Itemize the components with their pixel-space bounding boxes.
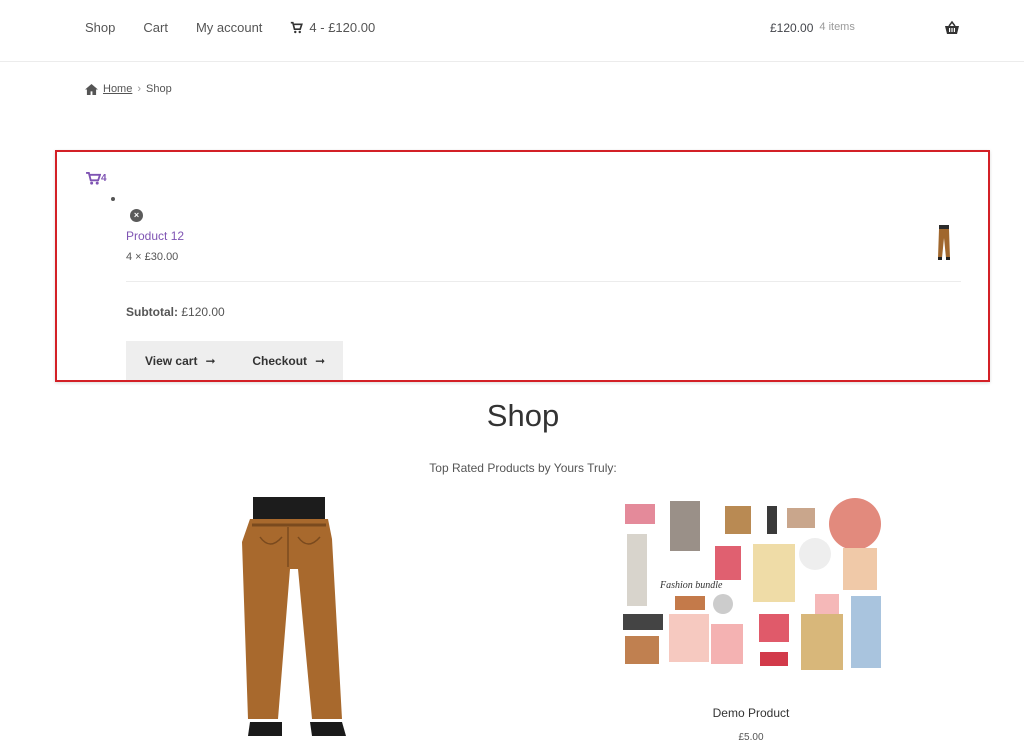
nav-shop[interactable]: Shop <box>85 20 115 35</box>
checkout-label: Checkout <box>252 353 308 368</box>
section-subtitle: Top Rated Products by Yours Truly: <box>429 461 617 475</box>
cart-subtotal: Subtotal: £120.00 <box>126 305 225 319</box>
breadcrumb-current: Shop <box>146 83 172 95</box>
nav-cart-total[interactable]: 4 - £120.00 <box>290 20 375 35</box>
cart-buttons: View cart ➞ Checkout ➞ <box>126 341 343 380</box>
checkout-button[interactable]: Checkout ➞ <box>235 341 344 380</box>
arrow-right-icon: ➞ <box>205 353 216 368</box>
home-icon <box>85 83 98 95</box>
nav-my-account[interactable]: My account <box>196 20 262 35</box>
mini-cart-total: £120.00 <box>770 21 814 35</box>
list-bullet <box>111 197 115 201</box>
nav-cart-total-label: 4 - £120.00 <box>309 20 376 35</box>
breadcrumb: Home › Shop <box>85 83 172 95</box>
product-thumbnail[interactable] <box>937 225 951 261</box>
cart-item-qty-price: 4 × £30.00 <box>126 251 179 263</box>
subtotal-label: Subtotal: <box>126 305 178 319</box>
basket-icon[interactable] <box>944 20 960 36</box>
widget-cart-count: 4 <box>101 173 107 184</box>
nav-cart[interactable]: Cart <box>143 20 168 35</box>
subtotal-value: £120.00 <box>181 305 225 319</box>
cart-icon <box>86 172 101 185</box>
breadcrumb-separator: › <box>137 83 142 95</box>
arrow-right-icon: ➞ <box>315 353 326 368</box>
main-nav: Shop Cart My account 4 - £120.00 <box>85 20 375 35</box>
view-cart-label: View cart <box>144 353 198 368</box>
widget-cart-toggle[interactable]: 4 <box>86 172 107 185</box>
breadcrumb-home[interactable]: Home <box>103 83 132 95</box>
view-cart-button[interactable]: View cart ➞ <box>126 341 235 380</box>
mini-cart-summary[interactable]: £120.00 4 items <box>770 21 855 35</box>
site-header: Shop Cart My account 4 - £120.00 £120.00… <box>0 0 1024 62</box>
product-name[interactable]: Demo Product <box>615 706 887 720</box>
page-title: Shop <box>486 398 560 433</box>
divider <box>126 281 961 282</box>
svg-text:Fashion bundle: Fashion bundle <box>659 580 723 591</box>
mini-cart-widget: 4 × Product 12 4 × £30.00 Subtotal: £120… <box>55 150 990 382</box>
remove-item-icon[interactable]: × <box>130 209 143 222</box>
product-image-pants[interactable] <box>230 497 360 748</box>
product-price: £5.00 <box>738 732 764 743</box>
mini-cart-count: 4 items <box>819 21 855 33</box>
product-image-fashion-bundle[interactable]: Fashion bundle <box>615 496 887 680</box>
cart-item-name[interactable]: Product 12 <box>126 229 184 243</box>
cart-icon <box>291 21 304 34</box>
